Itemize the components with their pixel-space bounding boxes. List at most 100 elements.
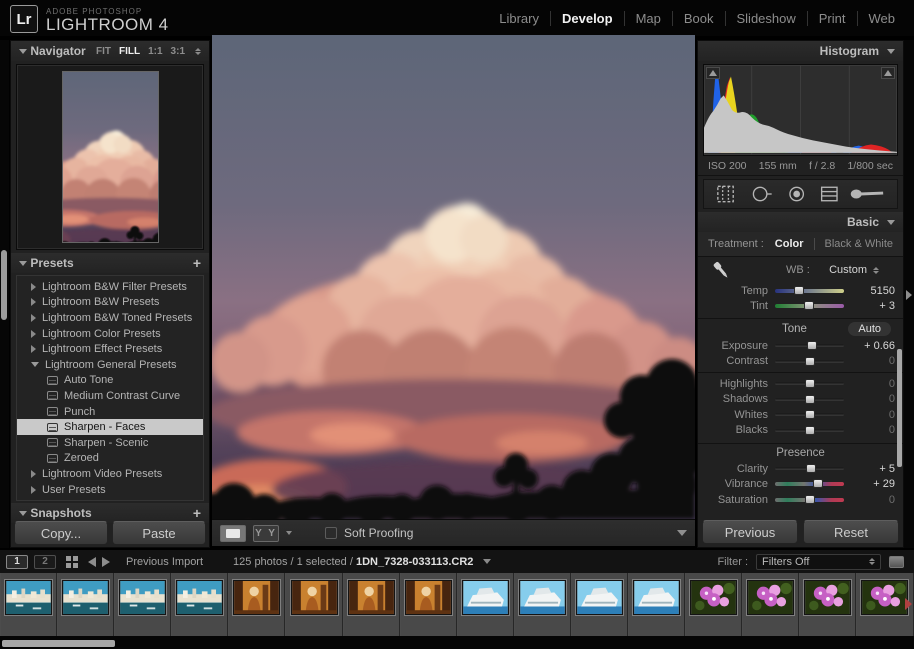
highlight-clipping-indicator[interactable] [881,67,895,79]
left-panel-scrollbar[interactable] [1,250,7,320]
collapsed-triangle-icon[interactable] [31,345,36,353]
shadows-slider-track[interactable] [775,398,844,401]
filmstrip-cell-6[interactable] [285,573,342,636]
right-panel-scrollbar[interactable] [897,349,902,467]
photo-thumbnail-room[interactable] [348,580,395,615]
add-preset-button[interactable]: + [193,255,201,271]
filmstrip-status[interactable]: 125 photos / 1 selected / 1DN_7328-03311… [233,556,473,568]
tint-slider-track[interactable] [775,304,844,308]
preset-item-sharpen-faces[interactable]: Sharpen - Faces [17,419,203,435]
module-library[interactable]: Library [488,11,551,26]
preset-folder-lightroom-color-presets[interactable]: Lightroom Color Presets [17,326,203,342]
treatment-color-option[interactable]: Color [775,238,804,250]
filmstrip-cell-12[interactable] [628,573,685,636]
filmstrip-cell-4[interactable] [171,573,228,636]
photo-thumbnail-orchid[interactable] [690,580,737,615]
photo-thumbnail-harbor[interactable] [176,580,223,615]
exposure-slider-track[interactable] [775,344,844,347]
soft-proofing-checkbox[interactable] [325,527,337,539]
photo-thumbnail-room[interactable] [233,580,280,615]
filmstrip-cell-8[interactable] [400,573,457,636]
photo-thumbnail-ship[interactable] [576,580,623,615]
contrast-slider-knob[interactable] [805,357,815,366]
filmstrip-cell-15[interactable] [799,573,856,636]
reset-button[interactable]: Reset [803,520,899,544]
loupe-view-button[interactable] [220,525,246,542]
preset-folder-lightroom-video-presets[interactable]: Lightroom Video Presets [17,466,203,482]
photo-thumbnail-room[interactable] [405,580,452,615]
tint-slider-knob[interactable] [804,301,814,310]
wb-eyedropper-icon[interactable] [708,259,734,281]
photo-thumbnail-ship[interactable] [519,580,566,615]
photo-thumbnail-ship[interactable] [633,580,680,615]
module-develop[interactable]: Develop [551,11,625,26]
photo-thumbnail-harbor[interactable] [119,580,166,615]
filmstrip-cell-13[interactable] [685,573,742,636]
previous-button[interactable]: Previous [702,520,798,544]
blacks-slider-knob[interactable] [805,426,815,435]
collapsed-triangle-icon[interactable] [31,486,36,494]
preset-item-sharpen-scenic[interactable]: Sharpen - Scenic [17,435,203,451]
temp-slider-track[interactable] [775,289,844,293]
histogram-box[interactable] [703,64,898,156]
preset-folder-lightroom-b-w-filter-presets[interactable]: Lightroom B&W Filter Presets [17,279,203,295]
histogram-header[interactable]: Histogram [698,41,903,61]
contrast-slider-track[interactable] [775,360,844,363]
shadow-clipping-indicator[interactable] [706,67,720,79]
photo-thumbnail-orchid[interactable] [861,580,908,615]
preset-item-medium-contrast-curve[interactable]: Medium Contrast Curve [17,388,203,404]
module-book[interactable]: Book [673,11,726,26]
photo-thumbnail-harbor[interactable] [5,580,52,615]
whites-slider-track[interactable] [775,413,844,416]
navigator-zoom-fit[interactable]: FIT [96,46,111,57]
highlights-slider-track[interactable] [775,382,844,385]
preset-item-auto-tone[interactable]: Auto Tone [17,373,203,389]
preset-item-punch[interactable]: Punch [17,404,203,420]
collapsed-triangle-icon[interactable] [31,298,36,306]
main-window-button[interactable]: 1 [6,555,28,569]
filmstrip-cell-1[interactable] [0,573,57,636]
second-window-button[interactable]: 2 [34,555,56,569]
auto-tone-button[interactable]: Auto [848,322,891,336]
saturation-slider-track[interactable] [775,498,844,502]
main-photo[interactable] [212,35,695,519]
treatment-bw-option[interactable]: Black & White [825,238,893,250]
presets-header[interactable]: Presets + [11,253,209,273]
filter-toggle-switch[interactable] [889,556,904,568]
filmstrip-cell-7[interactable] [343,573,400,636]
whites-slider-knob[interactable] [805,410,815,419]
view-options-caret-icon[interactable] [286,531,292,535]
copy-button[interactable]: Copy... [14,521,108,545]
preset-folder-user-presets[interactable]: User Presets [17,482,203,498]
collapsed-triangle-icon[interactable] [31,283,36,291]
compare-view-button[interactable]: Y Y [253,525,279,542]
preset-folder-lightroom-b-w-presets[interactable]: Lightroom B&W Presets [17,295,203,311]
temp-slider-knob[interactable] [794,286,804,295]
basic-header[interactable]: Basic [698,212,903,232]
photo-thumbnail-ship[interactable] [462,580,509,615]
expanded-triangle-icon[interactable] [31,362,39,367]
filmstrip-source-caret-icon[interactable] [483,559,491,564]
photo-thumbnail-orchid[interactable] [804,580,851,615]
blacks-slider-track[interactable] [775,429,844,432]
wb-select[interactable]: Custom [829,264,879,276]
next-photo-arrow-icon[interactable] [102,557,110,567]
grid-view-icon[interactable] [66,556,78,568]
shadows-slider-knob[interactable] [805,395,815,404]
filmstrip-scrollbar[interactable] [2,640,115,647]
filmstrip-cell-9[interactable] [457,573,514,636]
preset-item-zeroed[interactable]: Zeroed [17,451,203,467]
navigator-zoom-fill[interactable]: FILL [119,46,140,57]
filmstrip-cell-11[interactable] [571,573,628,636]
add-snapshot-button[interactable]: + [193,505,201,521]
module-print[interactable]: Print [808,11,858,26]
preset-folder-lightroom-general-presets[interactable]: Lightroom General Presets [17,357,203,373]
preset-folder-lightroom-effect-presets[interactable]: Lightroom Effect Presets [17,341,203,357]
collapsed-triangle-icon[interactable] [31,470,36,478]
filmstrip-cell-14[interactable] [742,573,799,636]
collapsed-triangle-icon[interactable] [31,330,36,338]
filmstrip-cell-2[interactable] [57,573,114,636]
filmstrip-cell-3[interactable] [114,573,171,636]
vibrance-slider-knob[interactable] [813,479,823,488]
clarity-slider-knob[interactable] [806,464,816,473]
